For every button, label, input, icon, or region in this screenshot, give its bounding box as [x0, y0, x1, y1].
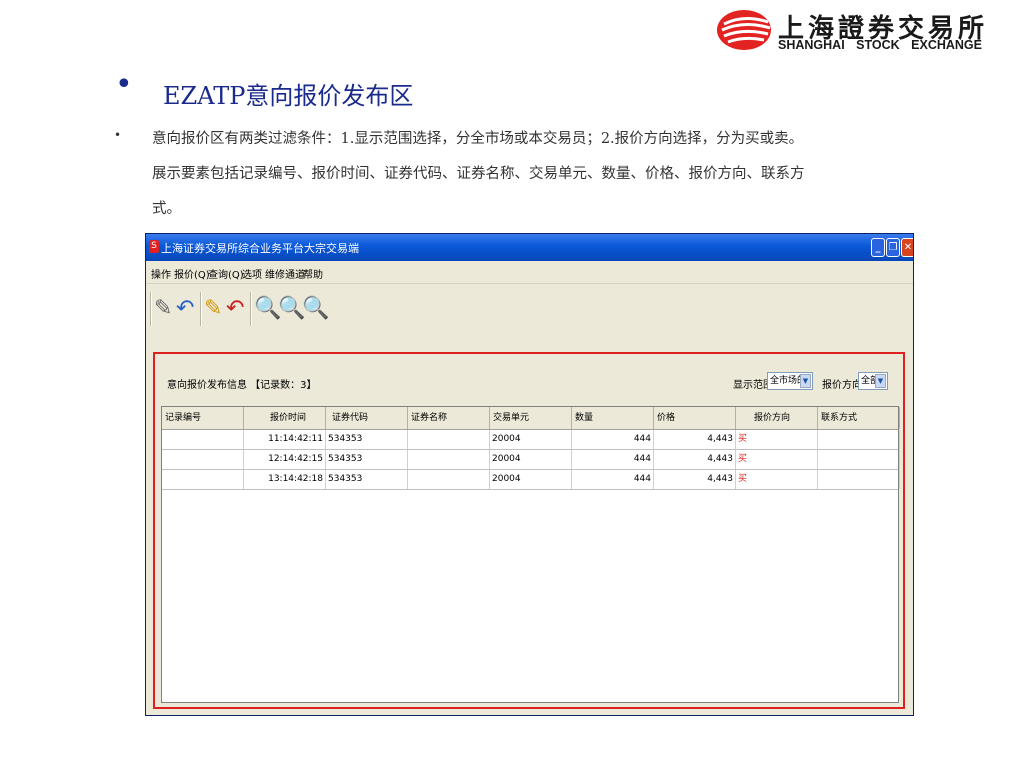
- menu-operate[interactable]: 操作: [151, 266, 171, 281]
- cell-name: [408, 470, 490, 489]
- edit-pencil-yellow-icon[interactable]: ✎: [204, 296, 222, 322]
- column-header[interactable]: 记录编号: [162, 407, 244, 429]
- record-info-label: 意向报价发布信息 【记录数：3】: [167, 380, 317, 391]
- column-header[interactable]: 数量: [572, 407, 654, 429]
- cell-unit: 20004: [490, 450, 572, 469]
- chevron-down-icon[interactable]: ▼: [800, 374, 811, 388]
- toolbar-separator: [250, 292, 252, 326]
- chevron-down-icon[interactable]: ▼: [875, 374, 886, 388]
- direction-label: 报价方向: [822, 380, 862, 391]
- slide-title: EZATP意向报价发布区: [163, 82, 414, 110]
- toolbar: ✎ ↶ ✎ ↶ 🔍 🔍 🔍: [146, 283, 913, 330]
- restore-button[interactable]: ❐: [886, 238, 900, 257]
- app-window-screenshot: S 上海证券交易所综合业务平台大宗交易端 _ ❐ ✕ 操作 报价(Q) 查询(Q…: [145, 233, 914, 716]
- cell-contact: [818, 450, 900, 469]
- sse-logo: 上海證券交易所 SHANGHAI STOCK EXCHANGE: [716, 6, 1018, 54]
- cell-unit: 20004: [490, 430, 572, 449]
- cell-time: 13:14:42:18: [244, 470, 326, 489]
- search-detail-icon[interactable]: 🔍: [302, 296, 329, 322]
- cell-qty: 444: [572, 450, 654, 469]
- menu-help[interactable]: 帮助: [303, 266, 323, 281]
- menu-query[interactable]: 查询(Q): [208, 266, 244, 281]
- window-titlebar: S 上海证券交易所综合业务平台大宗交易端 _ ❐ ✕: [146, 234, 913, 261]
- cell-record-id: [162, 470, 244, 489]
- column-header[interactable]: 交易单元: [490, 407, 572, 429]
- cell-code: 534353: [326, 450, 408, 469]
- cell-time: 12:14:42:15: [244, 450, 326, 469]
- quote-table: 记录编号 报价时间 证券代码 证券名称 交易单元 数量 价格 报价方向 联系方式…: [161, 406, 900, 703]
- table-header: 记录编号 报价时间 证券代码 证券名称 交易单元 数量 价格 报价方向 联系方式: [162, 407, 900, 430]
- slide-body-text: 意向报价区有两类过滤条件：1.显示范围选择，分全市场或本交易员；2.报价方向选择…: [152, 122, 927, 227]
- column-header[interactable]: 报价时间: [244, 407, 326, 429]
- column-header[interactable]: 证券代码: [326, 407, 408, 429]
- cell-direction: 买: [736, 430, 818, 449]
- toolbar-separator: [150, 292, 152, 326]
- window-title: 上海证券交易所综合业务平台大宗交易端: [161, 242, 359, 255]
- body-line-1: 意向报价区有两类过滤条件：1.显示范围选择，分全市场或本交易员；2.报价方向选择…: [152, 131, 804, 147]
- cell-record-id: [162, 430, 244, 449]
- cell-price: 4,443: [654, 470, 736, 489]
- undo-red-icon[interactable]: ↶: [226, 296, 244, 322]
- column-header[interactable]: 价格: [654, 407, 736, 429]
- title-bullet: •: [115, 67, 133, 102]
- cell-record-id: [162, 450, 244, 469]
- edit-pencil-icon[interactable]: ✎: [154, 296, 172, 322]
- cell-direction: 买: [736, 450, 818, 469]
- cell-unit: 20004: [490, 470, 572, 489]
- cell-name: [408, 450, 490, 469]
- toolbar-separator: [200, 292, 202, 326]
- app-icon: S: [149, 240, 159, 253]
- range-select[interactable]: 全市场的 ▼: [767, 372, 813, 390]
- text-bullet: •: [114, 128, 122, 142]
- close-button[interactable]: ✕: [901, 238, 913, 257]
- body-line-3: 式。: [152, 201, 181, 217]
- cell-contact: [818, 470, 900, 489]
- cell-price: 4,443: [654, 450, 736, 469]
- menu-options[interactable]: 选项: [242, 266, 262, 281]
- column-header[interactable]: 报价方向: [736, 407, 818, 429]
- cell-direction: 买: [736, 470, 818, 489]
- cell-qty: 444: [572, 470, 654, 489]
- menu-maintenance[interactable]: 维修通道: [265, 266, 305, 281]
- cell-qty: 444: [572, 430, 654, 449]
- table-row[interactable]: 11:14:42:11 534353 20004 444 4,443 买: [162, 430, 900, 450]
- body-line-2: 展示要素包括记录编号、报价时间、证券代码、证券名称、交易单元、数量、价格、报价方…: [152, 166, 805, 182]
- quote-panel-highlighted: 意向报价发布信息 【记录数：3】 显示范围 全市场的 ▼ 报价方向 全部 ▼ 记…: [153, 352, 905, 709]
- column-header[interactable]: 证券名称: [408, 407, 490, 429]
- table-row[interactable]: 13:14:42:18 534353 20004 444 4,443 买: [162, 470, 900, 490]
- sse-logo-mark-icon: [717, 10, 771, 50]
- cell-price: 4,443: [654, 430, 736, 449]
- menu-bar: 操作 报价(Q) 查询(Q) 选项 维修通道 帮助: [146, 261, 913, 283]
- cell-time: 11:14:42:11: [244, 430, 326, 449]
- minimize-button[interactable]: _: [871, 238, 885, 257]
- table-row[interactable]: 12:14:42:15 534353 20004 444 4,443 买: [162, 450, 900, 470]
- menu-quote[interactable]: 报价(Q): [174, 266, 210, 281]
- cell-code: 534353: [326, 430, 408, 449]
- logo-english-name: SHANGHAI STOCK EXCHANGE: [778, 38, 982, 52]
- undo-icon[interactable]: ↶: [176, 296, 194, 322]
- cell-name: [408, 430, 490, 449]
- column-header[interactable]: 联系方式: [818, 407, 900, 429]
- cell-code: 534353: [326, 470, 408, 489]
- direction-select[interactable]: 全部 ▼: [858, 372, 888, 390]
- cell-contact: [818, 430, 900, 449]
